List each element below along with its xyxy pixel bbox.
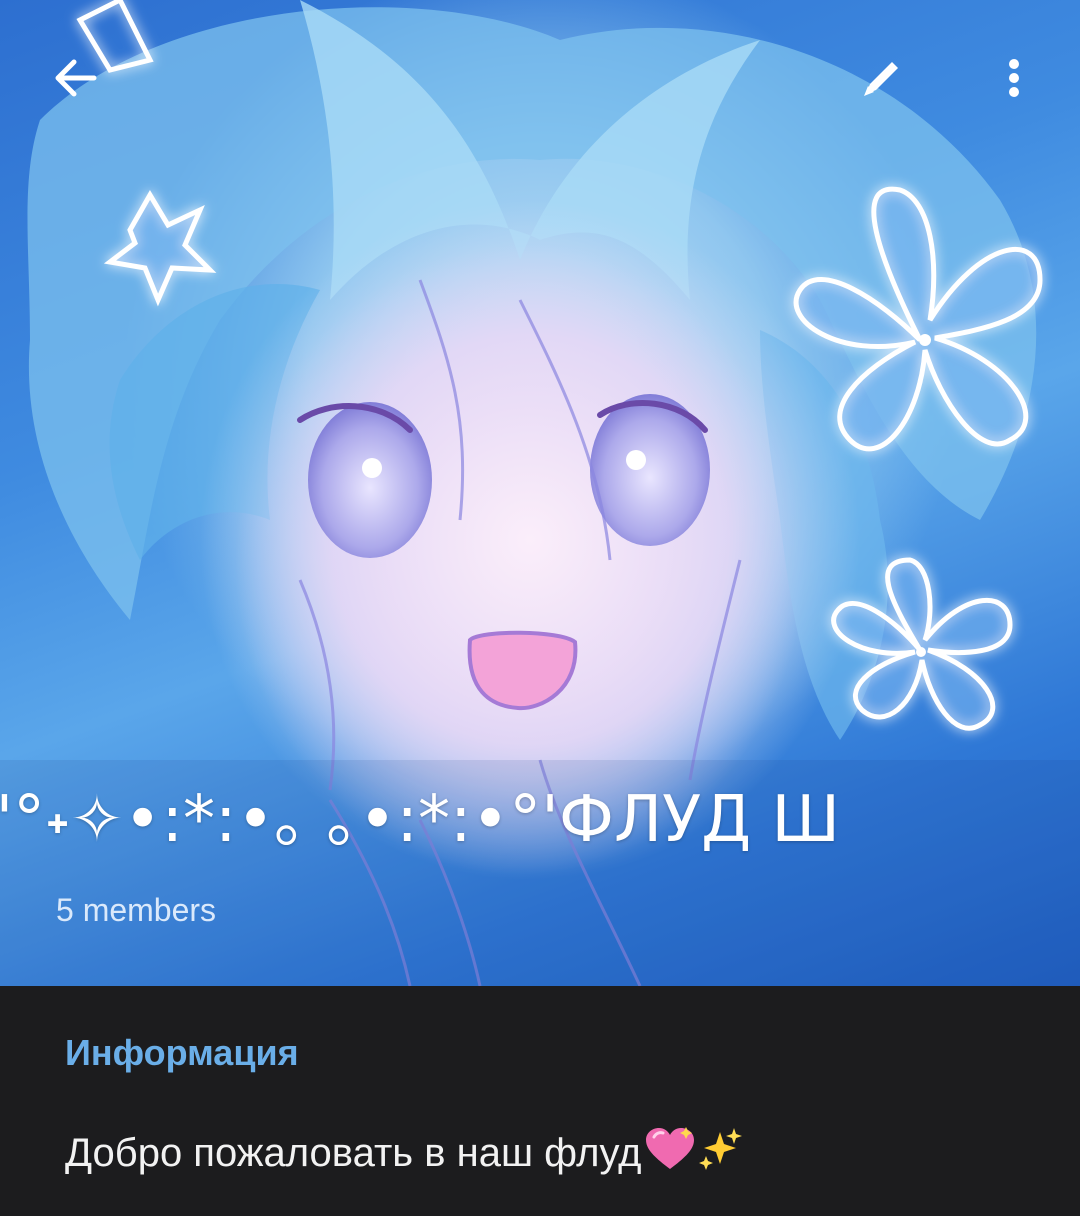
vertical-dots-icon [1009,59,1019,97]
info-heading: Информация [65,1032,299,1073]
sparkling-heart-emoji [644,1127,696,1184]
more-options-button[interactable] [978,42,1050,114]
group-description[interactable]: Добро пожаловать в наш флуд [65,1126,744,1185]
edit-button[interactable] [846,42,918,114]
sparkles-emoji [698,1126,744,1185]
group-title: \'°˖✧•:*:•｡ ｡•:*:•°'ФЛУД Ш [0,783,840,857]
group-profile-screen: \'°˖✧•:*:•｡ ｡•:*:•°'ФЛУД Ш 5 members Инф… [0,0,1080,1216]
arrow-left-icon [55,59,97,97]
group-cover-image[interactable]: \'°˖✧•:*:•｡ ｡•:*:•°'ФЛУД Ш 5 members [0,0,1080,986]
back-button[interactable] [40,42,112,114]
pencil-icon [864,62,898,96]
info-section: Информация Добро пожаловать в наш флуд [0,986,1080,1216]
member-count[interactable]: 5 members [56,888,216,932]
description-text: Добро пожаловать в наш флуд [65,1131,642,1176]
